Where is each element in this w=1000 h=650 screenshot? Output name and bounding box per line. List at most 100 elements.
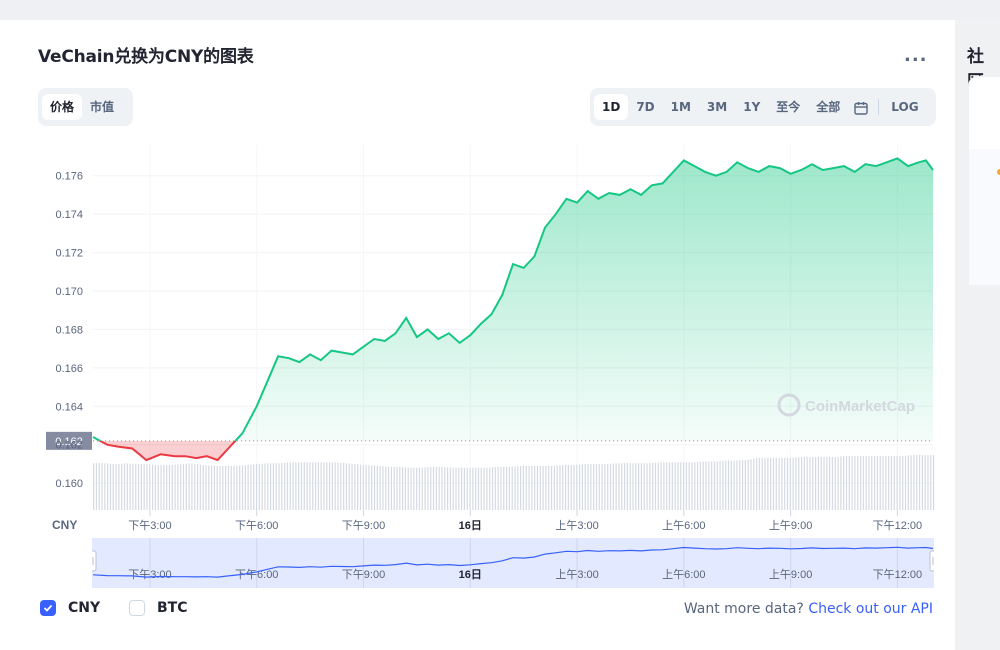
- volume-bar: [258, 463, 260, 510]
- range-ytd[interactable]: 至今: [768, 94, 808, 120]
- volume-bar: [351, 463, 353, 510]
- volume-bar: [503, 466, 505, 510]
- volume-bar: [233, 465, 235, 510]
- volume-bar: [868, 456, 870, 510]
- volume-bar: [140, 464, 142, 510]
- volume-bar: [112, 463, 114, 510]
- volume-bar: [697, 461, 699, 510]
- volume-bar: [899, 456, 901, 510]
- tab-price[interactable]: 价格: [42, 94, 83, 120]
- volume-bar: [725, 460, 727, 510]
- y-tick-label: 0.172: [55, 248, 83, 260]
- volume-bar: [528, 465, 530, 510]
- volume-bar: [343, 463, 345, 510]
- calendar-icon[interactable]: [854, 100, 868, 115]
- volume-bar: [500, 466, 502, 510]
- range-1y[interactable]: 1Y: [735, 94, 768, 120]
- volume-bar: [421, 467, 423, 510]
- volume-bar: [893, 456, 895, 510]
- volume-bar: [393, 466, 395, 510]
- range-all[interactable]: 全部: [808, 94, 848, 120]
- volume-bar: [851, 456, 853, 510]
- volume-bar: [444, 466, 446, 510]
- volume-bar: [623, 463, 626, 510]
- volume-bar: [904, 455, 907, 510]
- volume-bar: [216, 465, 218, 510]
- volume-bar: [402, 467, 404, 510]
- time-range-toggle: 1D 7D 1M 3M 1Y 至今 全部 LOG: [590, 88, 936, 126]
- volume-bar: [267, 463, 269, 510]
- volume-bar: [854, 456, 856, 510]
- volume-bar: [202, 465, 204, 510]
- volume-bar: [109, 463, 112, 510]
- navigator-handle-left[interactable]: [92, 550, 97, 572]
- volume-bar: [225, 465, 227, 510]
- navigator-tick-label: 上午6:00: [662, 568, 705, 581]
- legend-cny[interactable]: CNY: [40, 600, 100, 616]
- volume-bar: [764, 457, 766, 510]
- volume-bar: [236, 465, 238, 510]
- volume-bar: [382, 466, 384, 510]
- watermark-text: CoinMarketCap: [805, 398, 915, 415]
- volume-bar: [399, 466, 401, 510]
- navigator-handle-right[interactable]: [929, 550, 934, 572]
- volume-bar: [413, 467, 415, 510]
- tab-market-cap[interactable]: 市值: [82, 94, 122, 120]
- volume-bar: [306, 462, 308, 510]
- range-1d[interactable]: 1D: [594, 94, 629, 120]
- volume-bar: [823, 456, 825, 510]
- checkbox-unchecked-icon[interactable]: [129, 600, 145, 616]
- legend-btc[interactable]: BTC: [129, 600, 188, 616]
- volume-bar: [570, 465, 572, 510]
- volume-bar: [300, 462, 303, 510]
- volume-bar: [775, 457, 777, 510]
- volume-bar: [933, 455, 935, 510]
- volume-bar: [834, 456, 836, 510]
- volume-bar: [331, 462, 333, 510]
- log-scale-toggle[interactable]: LOG: [883, 94, 926, 120]
- range-3m[interactable]: 3M: [699, 94, 735, 120]
- y-tick-label: 0.176: [55, 171, 83, 183]
- volume-bar: [907, 455, 909, 510]
- volume-bar: [452, 467, 454, 510]
- volume-bar: [491, 467, 494, 510]
- volume-bar: [649, 463, 651, 510]
- volume-bar: [345, 463, 348, 510]
- volume-bar: [840, 456, 842, 510]
- volume-bar: [747, 459, 749, 510]
- volume-bar: [432, 466, 435, 510]
- api-link[interactable]: Check out our API: [808, 601, 933, 617]
- volume-bar: [545, 465, 547, 510]
- range-1m[interactable]: 1M: [663, 94, 699, 120]
- range-7d[interactable]: 7D: [628, 94, 662, 120]
- volume-bar: [241, 465, 244, 510]
- price-chart[interactable]: CoinMarketCap 0.162 0.176 0.174 0.172 0.170…: [38, 135, 938, 535]
- volume-bar: [146, 464, 148, 510]
- volume-bar: [320, 462, 322, 510]
- volume-bar: [511, 466, 513, 510]
- volume-bar: [505, 466, 508, 510]
- more-options-icon[interactable]: ...: [904, 45, 928, 66]
- volume-bar: [702, 461, 704, 510]
- volume-bar: [770, 457, 772, 510]
- volume-bar: [227, 465, 230, 510]
- volume-bar: [879, 456, 881, 510]
- volume-bar: [831, 456, 834, 510]
- volume-bar: [326, 462, 328, 510]
- volume-bar: [809, 456, 811, 510]
- checkbox-checked-icon[interactable]: [40, 600, 56, 616]
- volume-bar: [154, 464, 157, 510]
- volume-bar: [789, 457, 791, 510]
- volume-bar: [239, 465, 241, 510]
- volume-bar: [916, 455, 918, 510]
- volume-bar: [362, 464, 364, 510]
- volume-bar: [741, 460, 744, 510]
- x-tick-label: 16日: [459, 519, 482, 532]
- volume-bar: [107, 463, 109, 510]
- volume-bar: [629, 463, 631, 510]
- range-navigator[interactable]: 下午3:00 下午6:00 下午9:00 16日 上午3:00 上午6:00 上午9:00 下…: [92, 538, 934, 588]
- volume-bar: [564, 465, 567, 510]
- volume-bar: [376, 465, 378, 510]
- volume-bar: [298, 462, 300, 510]
- volume-bar: [174, 464, 176, 510]
